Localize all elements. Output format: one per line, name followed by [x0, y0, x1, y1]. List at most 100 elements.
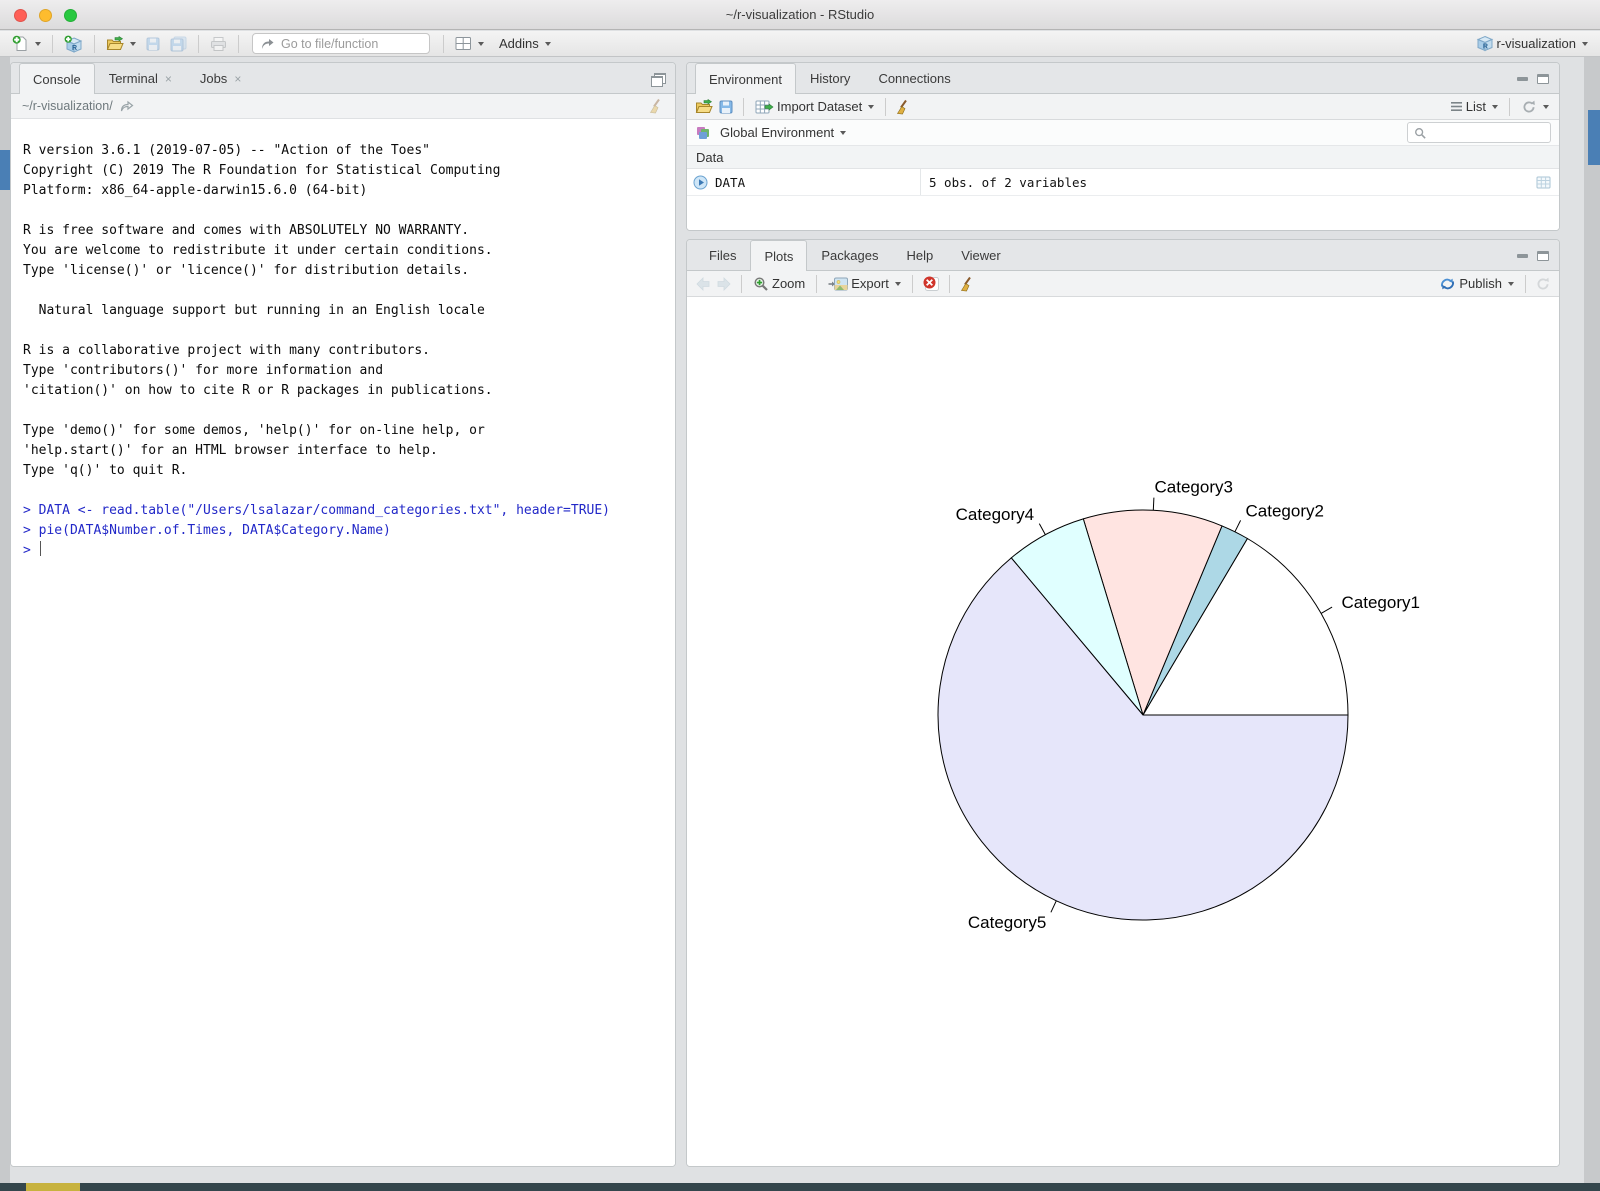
- console-output-line: You are welcome to redistribute it under…: [23, 241, 663, 261]
- environment-search[interactable]: [1407, 122, 1551, 143]
- background-window-accent: [1588, 110, 1600, 165]
- project-name-label: r-visualization: [1497, 36, 1576, 51]
- console-prompt-line[interactable]: >: [23, 541, 663, 561]
- tab-env-connections[interactable]: Connections: [864, 63, 964, 93]
- minimize-window-icon[interactable]: [39, 9, 52, 22]
- open-folder-icon: [106, 36, 124, 52]
- tab-plots-help[interactable]: Help: [892, 240, 947, 270]
- expand-object-icon[interactable]: [693, 175, 708, 190]
- goto-directory-icon[interactable]: [120, 100, 134, 112]
- export-caret-icon: [895, 282, 901, 286]
- remove-plot-icon[interactable]: [922, 275, 940, 292]
- console-body[interactable]: R version 3.6.1 (2019-07-05) -- "Action …: [11, 119, 675, 1166]
- export-plot-button[interactable]: Export: [826, 275, 903, 293]
- pie-slice-label: Category3: [1155, 478, 1233, 497]
- zoom-plot-label: Zoom: [772, 276, 805, 291]
- new-file-button[interactable]: [10, 34, 43, 53]
- import-dataset-button[interactable]: Import Dataset: [753, 98, 876, 116]
- goto-arrow-icon: [261, 38, 274, 50]
- project-cube-icon: R: [1476, 35, 1494, 52]
- publish-plot-button[interactable]: Publish: [1437, 275, 1516, 293]
- pie-chart: Category1Category2Category3Category4Cate…: [687, 297, 1559, 1166]
- tab-env-environment[interactable]: Environment: [695, 63, 796, 94]
- tab-console-terminal[interactable]: Terminal×: [95, 63, 186, 93]
- import-dataset-caret-icon: [868, 105, 874, 109]
- refresh-plot-icon[interactable]: [1535, 276, 1551, 292]
- console-command-line: > DATA <- read.table("/Users/lsalazar/co…: [23, 501, 663, 521]
- minimize-pane-icon[interactable]: [1517, 77, 1528, 81]
- tab-env-history[interactable]: History: [796, 63, 864, 93]
- zoom-window-icon[interactable]: [64, 9, 77, 22]
- main-toolbar: R Addins R r-visualization: [0, 31, 1600, 57]
- view-table-icon[interactable]: [1536, 176, 1551, 189]
- list-view-icon: [1450, 101, 1463, 112]
- panes-grid-icon: [455, 36, 472, 51]
- load-workspace-icon[interactable]: [695, 99, 713, 115]
- console-output-line: R is free software and comes with ABSOLU…: [23, 221, 663, 241]
- close-tab-icon[interactable]: ×: [234, 72, 241, 86]
- console-output-line: [23, 481, 663, 501]
- pie-label-tick: [1321, 607, 1332, 613]
- export-plot-label: Export: [851, 276, 889, 291]
- environment-scope-selector[interactable]: Global Environment: [718, 124, 848, 141]
- pie-label-tick: [1235, 520, 1241, 531]
- titlebar: ~/r-visualization - RStudio: [0, 0, 1600, 30]
- plot-viewport: Category1Category2Category3Category4Cate…: [687, 297, 1559, 1167]
- toolbar-separator: [885, 98, 886, 116]
- maximize-pane-icon[interactable]: [1537, 74, 1549, 84]
- minimize-pane-icon[interactable]: [1517, 254, 1528, 258]
- environment-search-input[interactable]: [1431, 126, 1544, 140]
- environment-view-button[interactable]: List: [1448, 98, 1500, 115]
- toolbar-separator: [443, 35, 444, 53]
- tab-label: Environment: [709, 72, 782, 87]
- project-menu-button[interactable]: R r-visualization: [1474, 34, 1590, 53]
- previous-plot-icon[interactable]: [695, 277, 711, 291]
- tab-plots-viewer[interactable]: Viewer: [947, 240, 1015, 270]
- console-output-line: [23, 281, 663, 301]
- export-image-icon: [828, 276, 848, 292]
- addins-caret-icon: [545, 42, 551, 46]
- save-all-button[interactable]: [168, 35, 189, 53]
- clear-all-plots-icon[interactable]: [959, 276, 975, 292]
- addins-label: Addins: [499, 36, 539, 51]
- pie-label-tick: [1051, 901, 1056, 913]
- clear-console-icon[interactable]: [648, 98, 664, 114]
- save-button[interactable]: [143, 35, 163, 53]
- tab-label: Console: [33, 72, 81, 87]
- tab-console-console[interactable]: Console: [19, 63, 95, 94]
- zoom-plot-button[interactable]: Zoom: [751, 275, 807, 293]
- view-caret-icon: [1492, 105, 1498, 109]
- print-button[interactable]: [208, 35, 229, 53]
- next-plot-icon[interactable]: [716, 277, 732, 291]
- maximize-pane-icon[interactable]: [1537, 251, 1549, 261]
- open-file-button[interactable]: [104, 35, 138, 53]
- close-window-icon[interactable]: [14, 9, 27, 22]
- close-tab-icon[interactable]: ×: [165, 72, 172, 86]
- tab-label: History: [810, 71, 850, 86]
- goto-file-search[interactable]: [252, 33, 430, 54]
- tab-label: Packages: [821, 248, 878, 263]
- addins-button[interactable]: Addins: [497, 35, 553, 52]
- toolbar-separator: [238, 35, 239, 53]
- new-project-button[interactable]: R: [62, 34, 85, 54]
- publish-plot-label: Publish: [1459, 276, 1502, 291]
- goto-file-input[interactable]: [281, 37, 411, 51]
- tab-plots-files[interactable]: Files: [695, 240, 750, 270]
- pie-label-tick: [1039, 524, 1045, 535]
- maximize-console-pane-icon[interactable]: [651, 73, 665, 85]
- console-output-line: [23, 201, 663, 221]
- tab-plots-packages[interactable]: Packages: [807, 240, 892, 270]
- clear-environment-icon[interactable]: [895, 99, 911, 115]
- refresh-environment-button[interactable]: [1519, 98, 1551, 116]
- console-output-line: Type 'license()' or 'licence()' for dist…: [23, 261, 663, 281]
- plots-toolbar: Zoom Export Publish: [687, 271, 1559, 297]
- pie-label-tick: [1153, 498, 1154, 511]
- svg-text:R: R: [1482, 43, 1487, 50]
- tab-console-jobs[interactable]: Jobs×: [186, 63, 255, 93]
- console-output-line: Type 'q()' to quit R.: [23, 461, 663, 481]
- save-workspace-icon[interactable]: [718, 99, 734, 115]
- environment-object-row[interactable]: DATA5 obs. of 2 variables: [687, 169, 1559, 196]
- panes-layout-button[interactable]: [453, 35, 486, 52]
- publish-caret-icon: [1508, 282, 1514, 286]
- tab-plots-plots[interactable]: Plots: [750, 240, 807, 271]
